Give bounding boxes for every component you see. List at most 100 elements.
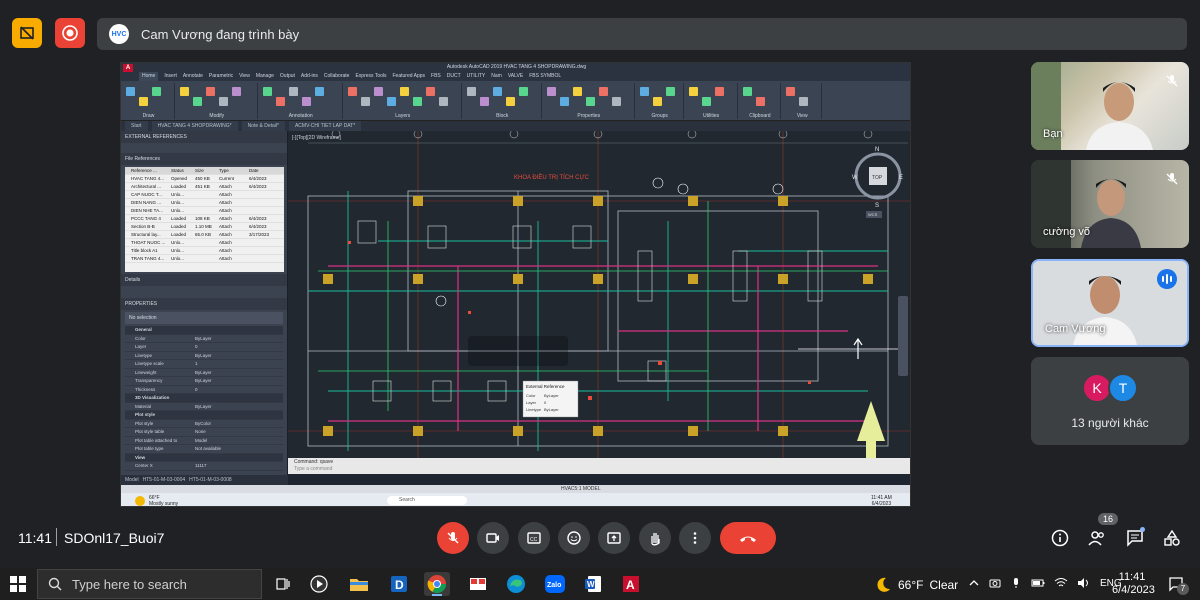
ribbon-tool-icon[interactable] [139,97,148,106]
autocad-menu-tab[interactable]: Home [139,72,159,81]
property-section[interactable]: Plot style [125,411,283,420]
ribbon-tool-icon[interactable] [688,87,698,96]
ribbon-tool-icon[interactable] [386,97,396,106]
table-row[interactable]: DIEN NANG ... Unlo... Attach [125,199,284,207]
autocad-menu-tab[interactable]: Parametric [209,72,233,81]
meeting-info-icon[interactable] [1048,526,1072,550]
leave-call-button[interactable] [720,522,776,554]
ribbon-tool-icon[interactable] [572,87,582,96]
taskbar-clock[interactable]: 11:41 6/4/2023 [1112,571,1155,597]
ribbon-tool-icon[interactable] [180,87,189,96]
property-row[interactable]: Linetype ByLayer [125,352,283,360]
autocad-menu-tab[interactable]: Collaborate [324,72,350,81]
file-explorer-icon[interactable] [346,572,372,596]
autocad-menu-tab[interactable]: Annotate [183,72,203,81]
layout-tab[interactable]: HT5-01-M-03-0008 [189,475,232,485]
record-icon[interactable] [55,18,85,48]
chat-icon[interactable] [1123,526,1147,550]
ribbon-tool-icon[interactable] [425,87,435,96]
column-header[interactable]: Type [219,167,249,174]
property-row[interactable]: Plot style table None [125,428,283,437]
autocad-menu-tab[interactable]: Add-ins [301,72,318,81]
viewcube[interactable]: TOP N S W E WCS [852,147,903,218]
autocad-menu-tab[interactable]: View [239,72,250,81]
column-header[interactable]: Reference ... [125,167,171,174]
ribbon-tool-icon[interactable] [479,97,489,106]
property-row[interactable]: Plot table attached to Model [125,437,283,445]
ribbon-tool-icon[interactable] [314,87,324,96]
ribbon-tool-icon[interactable] [438,97,448,106]
ribbon-tool-icon[interactable] [611,97,621,106]
drawing-canvas[interactable]: [-][Top][2D Wireframe] KHOA ĐIỀU TRỊ TÍC… [288,129,910,486]
command-line[interactable]: Command: qsave Type a command [288,458,910,474]
activities-icon[interactable] [1160,526,1184,550]
table-row[interactable]: PCCC TANG 4 Loaded 108 KB Attach 6/4/2023 [125,215,284,223]
autocad-menu-tab[interactable]: Featured Apps [393,72,426,81]
ribbon-tool-icon[interactable] [799,97,809,106]
table-row[interactable]: CAP NUOC T... Unlo... Attach [125,191,284,199]
property-row[interactable]: Color ByLayer [125,335,283,343]
table-row[interactable]: DIEN NHE TA... Unlo... Attach [125,207,284,215]
autocad-menu-tab[interactable]: Nam [491,72,502,81]
property-section[interactable]: General [125,326,283,335]
autocad-menu-tab[interactable]: Express Tools [355,72,386,81]
ribbon-tool-icon[interactable] [288,87,298,96]
column-header[interactable]: Status [171,167,195,174]
autocad-menu-tab[interactable]: UTILITY [467,72,486,81]
table-row[interactable]: TRAN TANG 4... Unlo... Attach [125,255,284,263]
property-row[interactable]: Lineweight ByLayer [125,369,283,377]
task-view-icon[interactable] [270,572,296,596]
ribbon-tool-icon[interactable] [701,97,711,106]
autocad-menu-tab[interactable]: DUCT [447,72,461,81]
windows-start-icon[interactable] [10,576,26,592]
ribbon-tool-icon[interactable] [786,87,796,96]
command-input[interactable]: Type a command [294,466,906,473]
property-row[interactable]: Plot table type Not available [125,445,283,454]
ribbon-tool-icon[interactable] [126,87,135,96]
ribbon-tool-icon[interactable] [262,87,272,96]
ribbon-tool-icon[interactable] [742,87,752,96]
ribbon-tool-icon[interactable] [360,97,370,106]
property-row[interactable]: Center X 11117 [125,462,283,471]
property-row[interactable]: Material ByLayer [125,403,283,411]
ribbon-tool-icon[interactable] [373,87,383,96]
autocad-menu-tab[interactable]: FBS SYMBOL [529,72,561,81]
ribbon-tool-icon[interactable] [546,87,556,96]
ribbon-tool-icon[interactable] [206,87,215,96]
ribbon-tool-icon[interactable] [232,87,241,96]
edge-icon[interactable] [503,572,529,596]
ribbon-tool-icon[interactable] [714,87,724,96]
participant-tile-cam-vuong[interactable]: Cam Vương [1031,259,1189,347]
ribbon-tool-icon[interactable] [639,87,649,96]
autocad-menu-tab[interactable]: Insert [164,72,177,81]
autocad-menu-tab[interactable]: Output [280,72,295,81]
layout-tab[interactable]: HT5-01-M-03-0004 [143,475,186,485]
ribbon-tool-icon[interactable] [492,87,502,96]
autocad-menu-tab[interactable]: FBS [431,72,441,81]
ribbon-tool-icon[interactable] [301,97,311,106]
more-options-button[interactable] [679,522,711,554]
app-grid-icon[interactable] [465,572,491,596]
participant-tile-ban[interactable]: Bạn [1031,62,1189,150]
ribbon-tool-icon[interactable] [652,97,662,106]
ribbon-tool-icon[interactable] [518,87,528,96]
property-row[interactable]: Plot style ByColor [125,420,283,428]
property-row[interactable]: Transparency ByLayer [125,377,283,386]
ribbon-tool-icon[interactable] [559,97,569,106]
ribbon-tool-icon[interactable] [598,87,608,96]
navigation-bar[interactable] [898,296,908,376]
layout-tab[interactable]: Model [125,475,139,485]
table-row[interactable]: Architectural ... Loaded 451 KB Attach 6/4/2… [125,183,284,191]
ribbon-tool-icon[interactable] [412,97,422,106]
document-tab[interactable]: HVAC TANG 4 SHOPDRAWING* [151,121,238,131]
property-row[interactable]: Layer 0 [125,343,283,352]
table-row[interactable]: HVAC TANG 4... Opened 450 KB Current 6/4/202… [125,175,284,183]
captions-off-icon[interactable] [12,18,42,48]
document-tab[interactable]: Note & Detail* [241,121,285,131]
column-header[interactable]: Date [249,167,279,174]
media-player-icon[interactable] [306,572,332,596]
captions-button[interactable]: CC [518,522,550,554]
property-row[interactable]: Linetype scale 1 [125,360,283,369]
ribbon-tool-icon[interactable] [152,87,161,96]
taskbar-search-box[interactable]: Type here to search [37,569,262,599]
